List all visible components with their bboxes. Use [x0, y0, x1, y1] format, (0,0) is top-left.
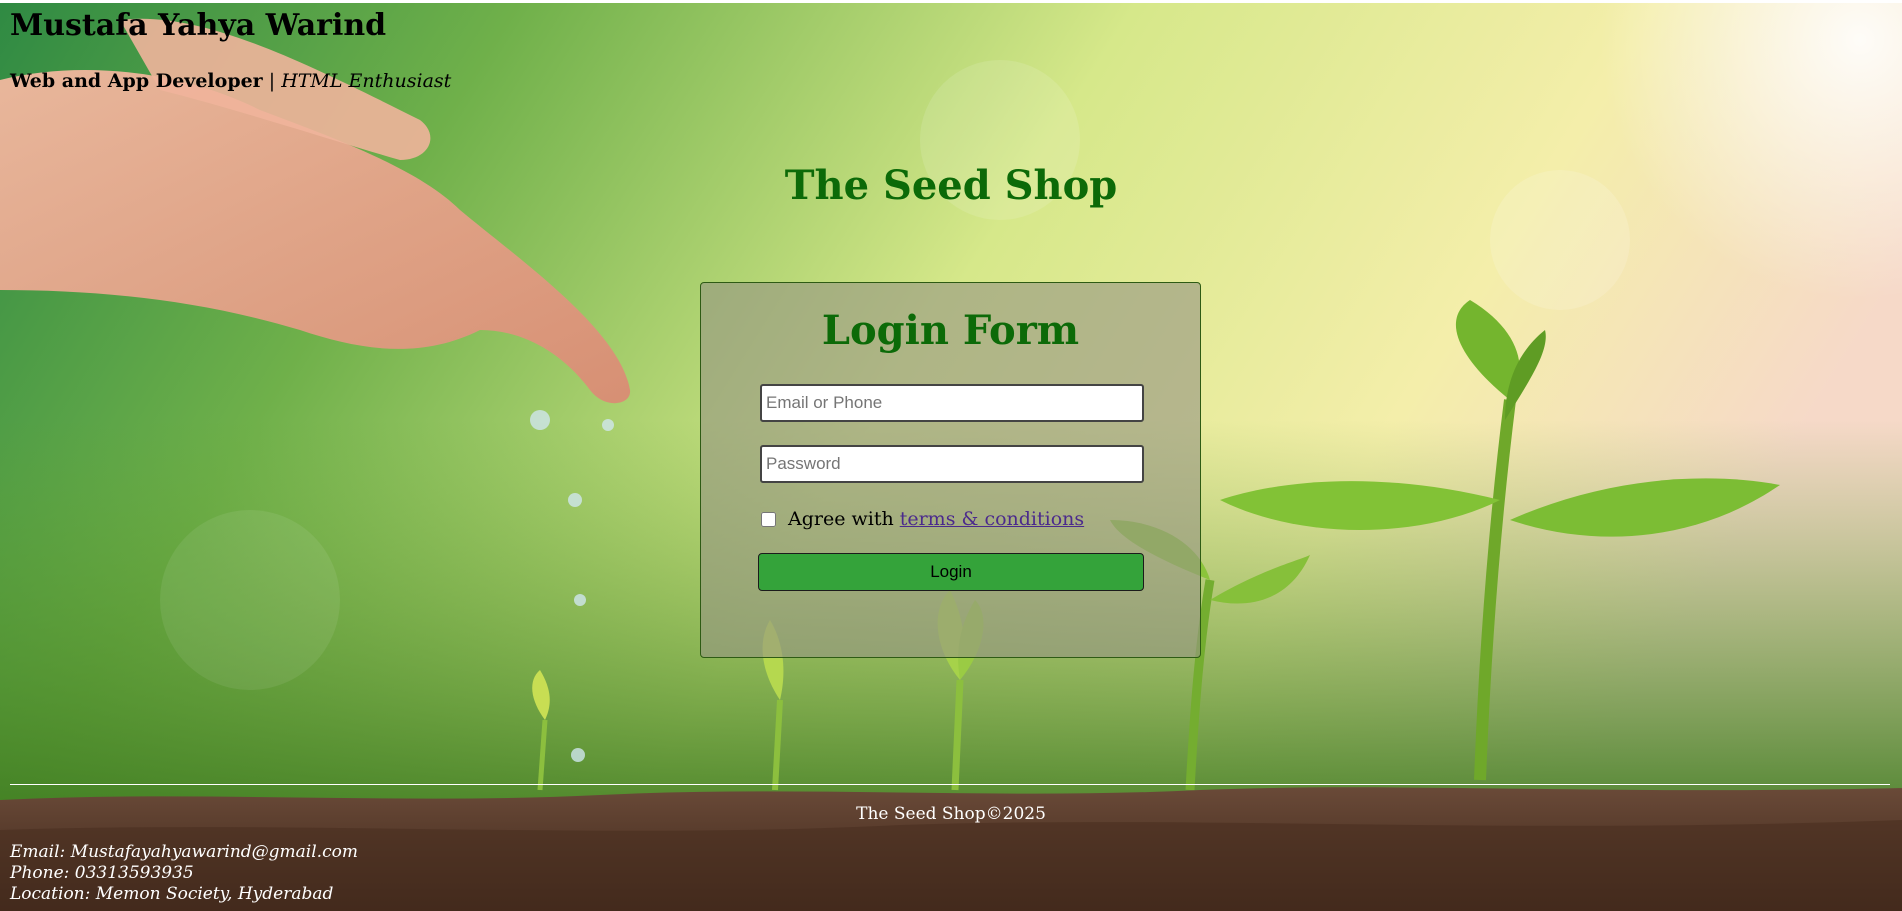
author-role: Web and App Developer [10, 70, 263, 92]
login-form-title: Login Form [821, 307, 1080, 354]
author-subtitle: Web and App Developer | HTML Enthusiast [10, 70, 451, 92]
page-title: The Seed Shop [784, 162, 1118, 209]
agree-terms-checkbox[interactable] [761, 511, 776, 527]
author-tagline: HTML Enthusiast [281, 70, 452, 92]
footer-divider [10, 784, 1890, 785]
footer-contact: Email: Mustafayahyawarind@gmail.com Phon… [10, 842, 358, 905]
contact-phone: Phone: 03313593935 [10, 863, 194, 883]
top-border [0, 0, 1902, 3]
login-button[interactable]: Login [758, 553, 1144, 591]
password-input[interactable] [760, 445, 1144, 483]
footer-copyright: The Seed Shop©2025 [856, 804, 1046, 824]
author-name: Mustafa Yahya Warind [10, 8, 387, 43]
agree-label: Agree with [788, 508, 894, 530]
login-form: Login Form Agree with terms & conditions… [700, 282, 1201, 658]
terms-agreement-row: Agree with terms & conditions [761, 505, 1084, 533]
terms-and-conditions-link[interactable]: terms & conditions [900, 508, 1084, 530]
email-or-phone-input[interactable] [760, 384, 1144, 422]
contact-email: Email: Mustafayahyawarind@gmail.com [10, 842, 358, 862]
subtitle-separator: | [262, 70, 282, 92]
contact-location: Location: Memon Society, Hyderabad [10, 884, 334, 904]
